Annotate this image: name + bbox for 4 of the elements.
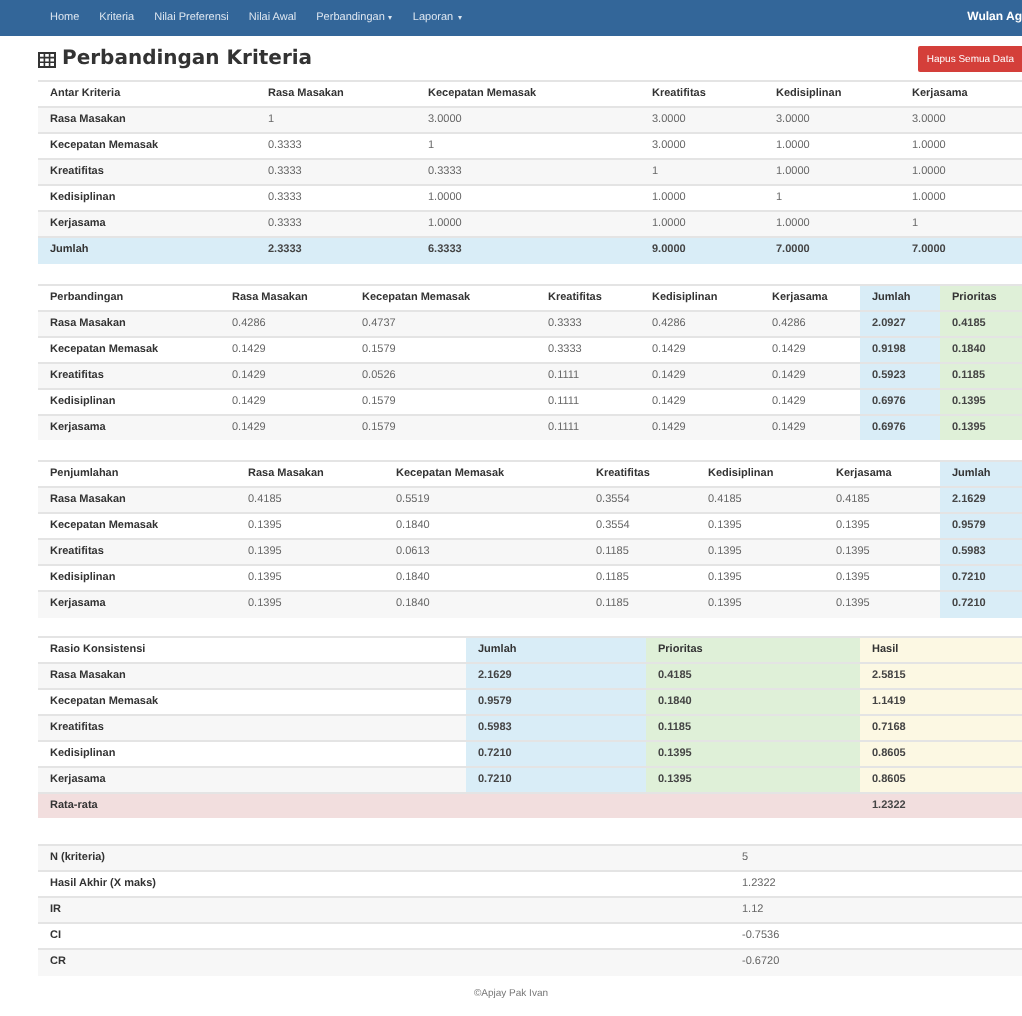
table-icon <box>38 51 56 67</box>
caret-icon <box>457 16 462 20</box>
page-title: Perbandingan Kriteria <box>62 48 313 70</box>
caret-icon <box>388 16 393 20</box>
